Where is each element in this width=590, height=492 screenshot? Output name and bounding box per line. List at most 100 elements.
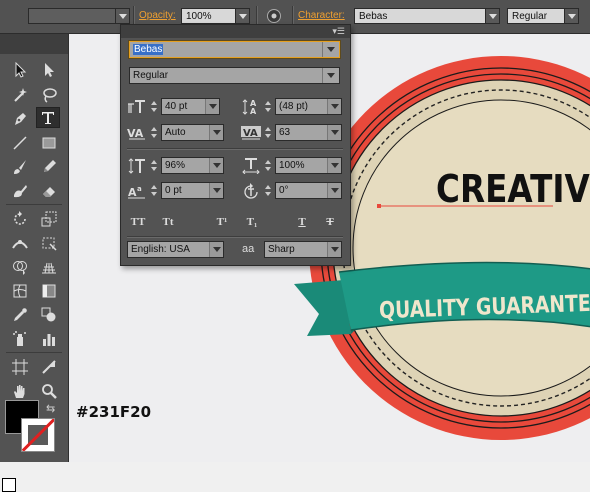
kerning-value: Auto xyxy=(165,127,186,138)
mesh-tool-icon[interactable] xyxy=(8,280,32,301)
chevron-down-icon[interactable] xyxy=(327,183,341,198)
language-value: English: USA xyxy=(131,244,190,255)
zoom-tool-icon[interactable] xyxy=(37,380,61,401)
gradient-tool-icon[interactable] xyxy=(37,280,61,301)
strikethrough-button[interactable]: T xyxy=(319,214,341,230)
font-family-dropdown-button[interactable] xyxy=(485,8,500,24)
shape-builder-tool-icon[interactable] xyxy=(8,256,32,277)
character-rotation-stepper[interactable] xyxy=(264,182,273,199)
free-transform-tool-icon[interactable] xyxy=(37,232,61,253)
antialiasing-dropdown[interactable]: Sharp xyxy=(264,241,342,258)
font-family-dropdown[interactable]: Bebas xyxy=(128,40,341,59)
line-segment-tool-icon[interactable] xyxy=(8,132,32,153)
type-tool-icon[interactable] xyxy=(36,107,60,128)
tracking-stepper[interactable] xyxy=(264,124,273,141)
vertical-scale-icon xyxy=(127,157,147,174)
underline-button[interactable]: T xyxy=(291,214,313,230)
antialiasing-value: Sharp xyxy=(268,244,295,255)
opacity-label[interactable]: Opacity: xyxy=(139,10,176,21)
character-rotation-input[interactable]: 0° xyxy=(275,182,342,199)
character-rotation-value: 0° xyxy=(279,185,289,196)
recolor-artwork-icon[interactable] xyxy=(266,8,282,24)
leading-icon: AA xyxy=(241,98,261,115)
vertical-scale-stepper[interactable] xyxy=(150,157,159,174)
tools-panel-grip[interactable] xyxy=(0,34,68,54)
symbol-sprayer-tool-icon[interactable] xyxy=(8,328,32,349)
rectangle-tool-icon[interactable] xyxy=(37,132,61,153)
chevron-down-icon[interactable] xyxy=(209,242,223,257)
chevron-down-icon[interactable] xyxy=(327,158,341,173)
perspective-grid-tool-icon[interactable] xyxy=(37,256,61,277)
rotate-tool-icon[interactable] xyxy=(8,208,32,229)
slice-tool-icon[interactable] xyxy=(37,356,61,377)
stroke-color-swatch[interactable] xyxy=(21,418,55,452)
font-style-field[interactable]: Regular xyxy=(507,8,565,24)
kerning-icon: VA xyxy=(127,124,147,141)
baseline-shift-input[interactable]: 0 pt xyxy=(161,182,224,199)
column-graph-tool-icon[interactable] xyxy=(37,328,61,349)
horizontal-scale-stepper[interactable] xyxy=(264,157,273,174)
badge-title-text: CREATIVE xyxy=(436,167,590,211)
character-rotation-icon xyxy=(241,182,261,199)
chevron-down-icon[interactable] xyxy=(327,242,341,257)
direct-selection-tool-icon[interactable] xyxy=(37,59,61,80)
superscript-button[interactable]: T¹ xyxy=(211,214,233,230)
pen-tool-icon[interactable] xyxy=(8,108,32,129)
leading-input[interactable]: (48 pt) xyxy=(275,98,342,115)
tracking-input[interactable]: 63 xyxy=(275,124,342,141)
baseline-shift-stepper[interactable] xyxy=(150,182,159,199)
style-dropdown-button[interactable] xyxy=(115,8,130,24)
blend-tool-icon[interactable] xyxy=(37,304,61,325)
character-label[interactable]: Character: xyxy=(298,10,345,21)
eyedropper-tool-icon[interactable] xyxy=(8,304,32,325)
panel-header[interactable] xyxy=(121,25,350,38)
tools-divider xyxy=(6,352,62,353)
lasso-tool-icon[interactable] xyxy=(37,84,61,105)
font-style-dropdown-button[interactable] xyxy=(564,8,579,24)
chevron-down-icon[interactable] xyxy=(205,99,219,114)
chevron-down-icon[interactable] xyxy=(327,99,341,114)
leading-stepper[interactable] xyxy=(264,98,273,115)
font-family-field[interactable]: Bebas xyxy=(354,8,486,24)
chevron-down-icon[interactable] xyxy=(209,183,223,198)
kerning-input[interactable]: Auto xyxy=(161,124,224,141)
svg-text:VA: VA xyxy=(243,128,258,139)
subscript-button[interactable]: T₁ xyxy=(241,214,263,230)
horizontal-scale-input[interactable]: 100% xyxy=(275,157,342,174)
font-family-value[interactable]: Bebas xyxy=(133,44,164,55)
font-size-input[interactable]: 40 pt xyxy=(161,98,220,115)
chevron-down-icon[interactable] xyxy=(322,68,339,83)
font-size-stepper[interactable] xyxy=(150,98,159,115)
paintbrush-tool-icon[interactable] xyxy=(8,156,32,177)
default-fill-stroke-icon[interactable] xyxy=(2,478,16,492)
chevron-down-icon[interactable] xyxy=(209,125,223,140)
character-panel: ▾☰ Bebas Regular 40 pt AA (48 pt) VA Aut… xyxy=(120,24,351,266)
selection-tool-icon[interactable] xyxy=(8,59,32,80)
font-style-dropdown[interactable]: Regular xyxy=(129,67,340,84)
blob-brush-tool-icon[interactable] xyxy=(8,180,32,201)
hand-tool-icon[interactable] xyxy=(8,380,32,401)
tools-panel: ⇆ xyxy=(0,34,69,492)
chevron-down-icon[interactable] xyxy=(322,42,339,57)
vertical-scale-input[interactable]: 96% xyxy=(161,157,224,174)
panel-menu-icon[interactable]: ▾☰ xyxy=(332,26,345,37)
opacity-input[interactable]: 100% xyxy=(181,8,236,24)
all-caps-button[interactable]: TT xyxy=(127,214,149,230)
language-dropdown[interactable]: English: USA xyxy=(127,241,224,258)
swap-fill-stroke-icon[interactable]: ⇆ xyxy=(46,402,55,415)
chevron-down-icon[interactable] xyxy=(209,158,223,173)
kerning-stepper[interactable] xyxy=(150,124,159,141)
opacity-dropdown-button[interactable] xyxy=(235,8,250,24)
width-tool-icon[interactable] xyxy=(8,232,32,253)
font-size-value: 40 pt xyxy=(165,101,188,112)
svg-text:A: A xyxy=(250,107,257,115)
artboard-tool-icon[interactable] xyxy=(8,356,32,377)
horizontal-scale-icon xyxy=(241,157,261,174)
style-field[interactable] xyxy=(28,8,116,24)
magic-wand-tool-icon[interactable] xyxy=(8,84,32,105)
pencil-tool-icon[interactable] xyxy=(37,156,61,177)
eraser-tool-icon[interactable] xyxy=(37,180,61,201)
small-caps-button[interactable]: Tt xyxy=(157,214,179,230)
chevron-down-icon[interactable] xyxy=(327,125,341,140)
scale-tool-icon[interactable] xyxy=(37,208,61,229)
